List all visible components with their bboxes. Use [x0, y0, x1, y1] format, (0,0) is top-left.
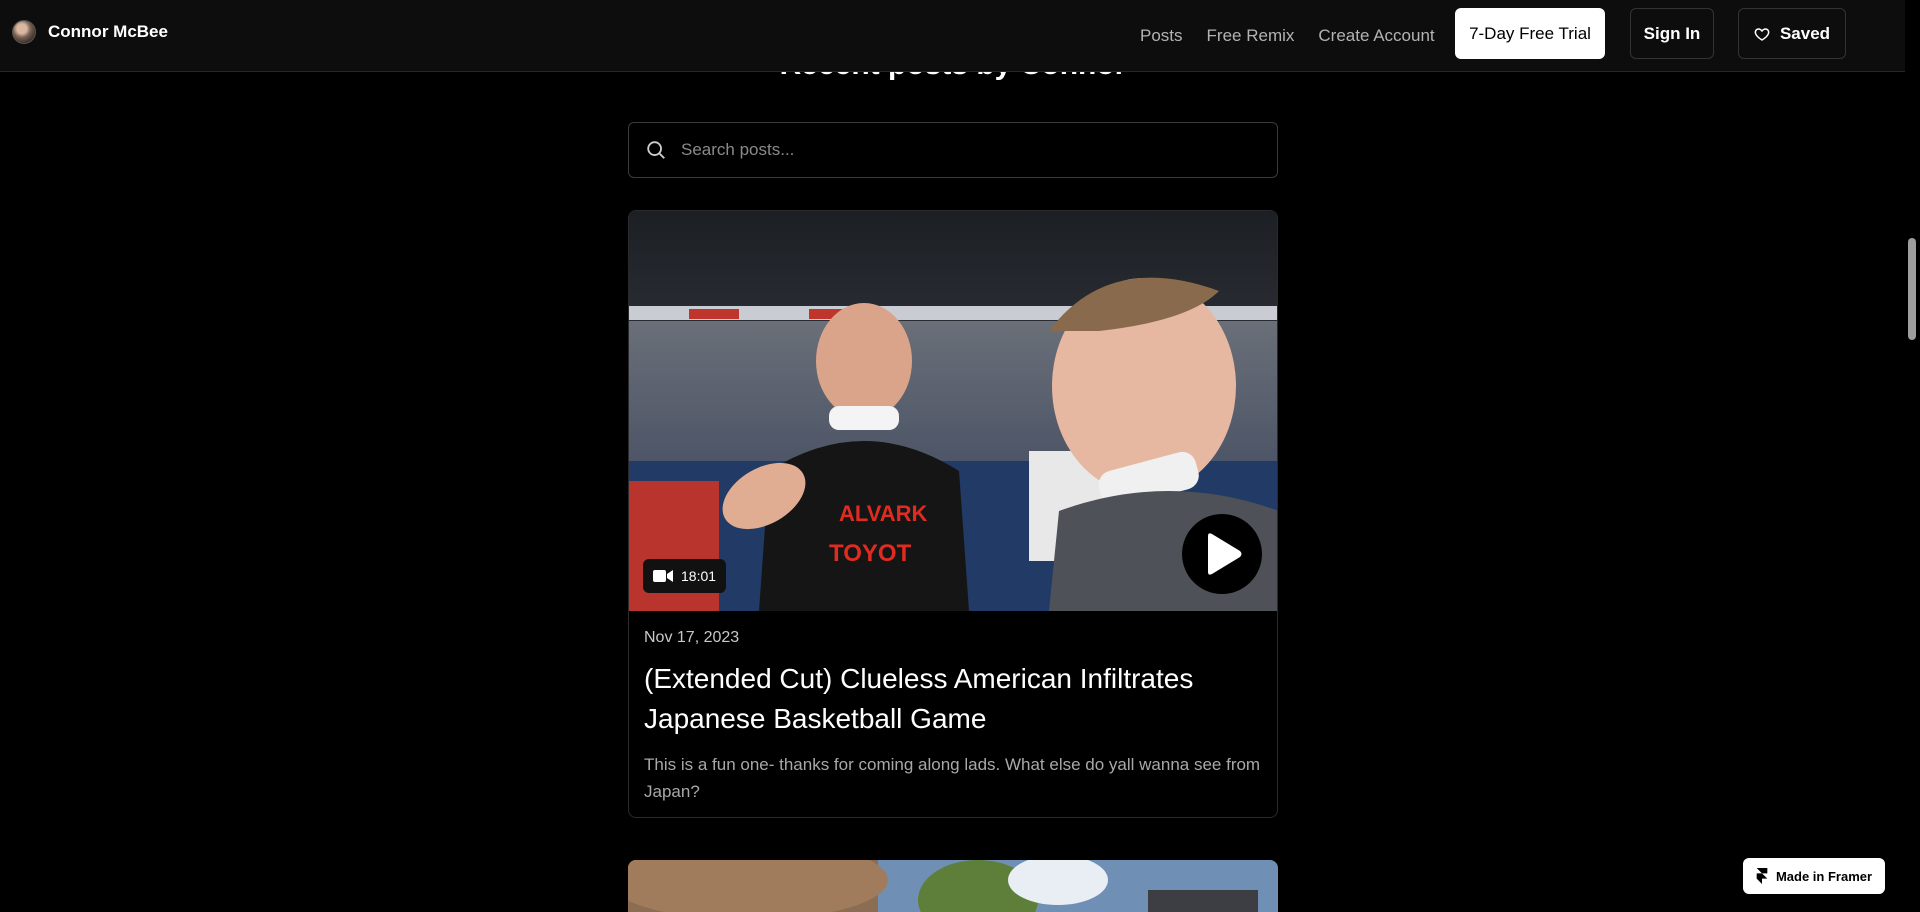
- play-icon: [1208, 533, 1242, 575]
- search-input[interactable]: [681, 140, 1241, 160]
- post-card-next[interactable]: [628, 860, 1278, 912]
- svg-text:TOYOT: TOYOT: [829, 540, 912, 567]
- svg-text:ALVARK: ALVARK: [839, 501, 928, 526]
- saved-button[interactable]: Saved: [1738, 8, 1846, 59]
- nav-posts[interactable]: Posts: [1140, 26, 1183, 46]
- framer-logo-icon: [1756, 868, 1768, 884]
- video-camera-icon: [653, 570, 673, 582]
- post-card[interactable]: ALVARK TOYOT 18:01 Nov 17, 2023 (Extende…: [628, 210, 1278, 818]
- post-title[interactable]: (Extended Cut) Clueless American Infiltr…: [644, 659, 1264, 739]
- post-thumbnail[interactable]: ALVARK TOYOT 18:01: [629, 211, 1277, 611]
- thumbnail-image: ALVARK TOYOT: [629, 211, 1277, 611]
- saved-label: Saved: [1779, 23, 1831, 43]
- made-in-framer-badge[interactable]: Made in Framer: [1743, 858, 1885, 894]
- free-trial-button[interactable]: 7-Day Free Trial: [1455, 8, 1605, 59]
- search-icon: [647, 141, 665, 159]
- nav-free-remix[interactable]: Free Remix: [1207, 26, 1295, 46]
- play-button[interactable]: [1182, 514, 1262, 594]
- post-date: Nov 17, 2023: [644, 629, 740, 646]
- video-duration-badge: 18:01: [643, 559, 727, 593]
- page-scrollbar[interactable]: [1905, 0, 1920, 912]
- heart-icon: [1754, 27, 1770, 41]
- search-box[interactable]: [628, 122, 1278, 178]
- brand[interactable]: Connor McBee: [12, 20, 168, 44]
- framer-label: Made in Framer: [1775, 868, 1873, 884]
- duration-text: 18:01: [681, 568, 717, 584]
- avatar: [12, 20, 36, 44]
- sign-in-button[interactable]: Sign In: [1630, 8, 1714, 59]
- nav-create-account[interactable]: Create Account: [1318, 26, 1434, 46]
- site-header: Connor McBee Posts Free Remix Create Acc…: [0, 0, 1905, 72]
- main-nav: Posts Free Remix Create Account: [1140, 0, 1435, 72]
- thumbnail-image-next: [628, 860, 1278, 912]
- scrollbar-thumb[interactable]: [1908, 238, 1916, 340]
- brand-name: Connor McBee: [48, 22, 168, 41]
- post-excerpt: This is a fun one- thanks for coming alo…: [644, 755, 1261, 801]
